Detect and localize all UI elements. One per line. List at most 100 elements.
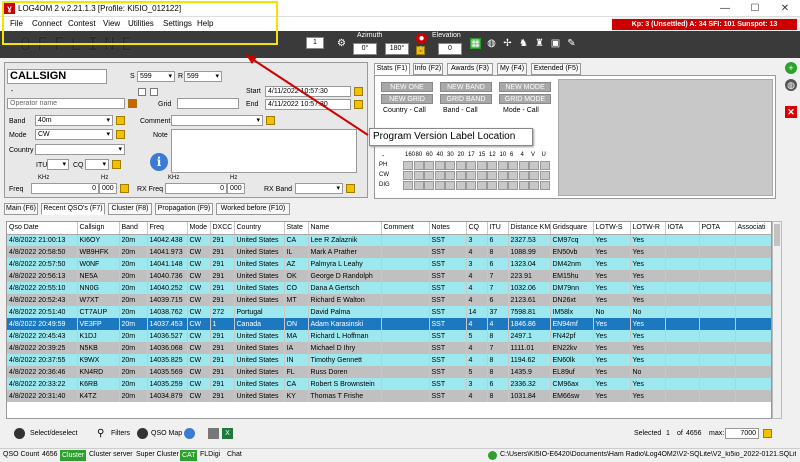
max-input[interactable]: 7000: [725, 428, 759, 439]
table-row[interactable]: 4/8/2022 20:45:43 K1DJ 20m 14036.527 CW 291 Un…: [7, 330, 771, 342]
band-lock-icon[interactable]: [116, 116, 125, 125]
fldigi-status[interactable]: FLDigi: [200, 451, 220, 458]
rx-band-select[interactable]: [295, 183, 343, 194]
note-textarea[interactable]: [171, 129, 357, 173]
table-row[interactable]: 4/8/2022 20:31:40 K4TZ 20m 14034.879 CW 291 Un…: [7, 390, 771, 402]
column-header[interactable]: DXCC: [210, 222, 235, 235]
column-header[interactable]: Country: [234, 222, 285, 235]
rst-sent-select[interactable]: 599: [137, 71, 175, 82]
column-header[interactable]: ITU: [487, 222, 509, 235]
check-box-1[interactable]: [138, 88, 146, 96]
azimuth-value-1[interactable]: 0°: [353, 43, 377, 55]
column-header[interactable]: Band: [119, 222, 148, 235]
elevation-value[interactable]: 0: [438, 43, 462, 55]
column-header[interactable]: Freq: [147, 222, 188, 235]
close-button[interactable]: ✕: [770, 0, 800, 17]
column-header[interactable]: Callsign: [77, 222, 120, 235]
tab-extended[interactable]: Extended (F5): [531, 63, 581, 75]
table-row[interactable]: 4/8/2022 20:55:10 NN0G 20m 14040.252 CW 291 Un…: [7, 282, 771, 294]
add-icon[interactable]: +: [785, 62, 797, 74]
chat-status[interactable]: Chat: [227, 451, 242, 458]
tab-cluster[interactable]: Cluster (F8): [108, 203, 152, 215]
freq-hz-input[interactable]: 000: [99, 183, 117, 194]
country-select[interactable]: [35, 144, 125, 155]
rst-received-select[interactable]: 599: [184, 71, 222, 82]
operator-lock-icon[interactable]: [128, 99, 137, 108]
mode-select[interactable]: CW: [35, 129, 113, 140]
tab-info[interactable]: Info (F2): [413, 63, 443, 75]
max-lock-icon[interactable]: [763, 429, 772, 438]
globe-icon[interactable]: ◍: [486, 38, 497, 49]
grid-mode-button[interactable]: GRID MODE: [499, 94, 551, 104]
tab-awards[interactable]: Awards (F3): [447, 63, 493, 75]
callsign-input[interactable]: CALLSIGN: [7, 69, 107, 84]
cq-select[interactable]: [85, 159, 109, 170]
tab-stats[interactable]: Stats (F1): [374, 63, 410, 75]
lock-icon[interactable]: 🔒: [416, 46, 425, 55]
column-header[interactable]: Distance KM: [508, 222, 551, 235]
tab-propagation[interactable]: Propagation (F9): [155, 203, 213, 215]
table-row[interactable]: 4/8/2022 20:36:46 KN4RD 20m 14035.569 CW 291 U…: [7, 366, 771, 378]
scroll-thumb[interactable]: [774, 224, 780, 246]
stop-icon[interactable]: ●: [416, 33, 427, 44]
start-datetime[interactable]: 4/11/2022 10:57:30: [265, 86, 351, 97]
column-header[interactable]: Qso Date: [7, 222, 78, 235]
table-row[interactable]: 4/8/2022 20:39:25 N5KB 20m 14036.068 CW 291 Un…: [7, 342, 771, 354]
minimize-button[interactable]: —: [710, 0, 740, 17]
cat-status[interactable]: CAT: [180, 450, 198, 461]
table-row[interactable]: 4/8/2022 20:49:59 VE3FP 20m 14037.453 CW 1 Can…: [7, 318, 771, 330]
radio-icon[interactable]: ♞: [518, 38, 529, 49]
tab-recent-qsos[interactable]: Recent QSO's (F7): [41, 203, 105, 215]
new-mode-button[interactable]: NEW MODE: [499, 82, 551, 92]
qso-map-label[interactable]: QSO Map: [151, 430, 182, 437]
rotator-spin[interactable]: 1: [306, 37, 324, 49]
column-header[interactable]: State: [284, 222, 309, 235]
end-lock-icon[interactable]: [354, 100, 363, 109]
column-header[interactable]: LOTW-S: [593, 222, 631, 235]
table-row[interactable]: 4/8/2022 20:57:50 W0NF 20m 14041.148 CW 291 Un…: [7, 258, 771, 270]
super-cluster-status[interactable]: Super Cluster: [136, 451, 179, 458]
chess-icon[interactable]: ♜: [534, 38, 545, 49]
camera-icon[interactable]: ▣: [550, 38, 561, 49]
zone-lock-icon[interactable]: [112, 160, 121, 169]
end-datetime[interactable]: 4/11/2022 10:57:30: [265, 99, 351, 110]
start-lock-icon[interactable]: [354, 87, 363, 96]
table-row[interactable]: 4/8/2022 20:33:22 K6RB 20m 14035.259 CW 291 Un…: [7, 378, 771, 390]
column-header[interactable]: Comment: [381, 222, 430, 235]
band-select[interactable]: 40m: [35, 115, 113, 126]
delete-icon[interactable]: ✕: [785, 106, 797, 118]
column-header[interactable]: Gridsquare: [550, 222, 594, 235]
comment-select[interactable]: [171, 115, 263, 126]
tab-worked-before[interactable]: Worked before (F10): [216, 203, 290, 215]
column-header[interactable]: Name: [308, 222, 382, 235]
rx-freq-input[interactable]: 0: [165, 183, 227, 194]
maximize-button[interactable]: ☐: [740, 0, 770, 17]
rx-freq-hz-input[interactable]: 000: [227, 183, 245, 194]
table-row[interactable]: 4/8/2022 20:58:50 WB9HFK 20m 14041.973 CW 291…: [7, 246, 771, 258]
operator-name-input[interactable]: Operator name: [7, 98, 125, 109]
tab-main[interactable]: Main (F6): [4, 203, 38, 215]
cluster-server-status[interactable]: Cluster server: [89, 451, 133, 458]
itu-select[interactable]: [47, 159, 69, 170]
rx-band-lock-icon[interactable]: [346, 184, 355, 193]
google-earth-icon[interactable]: [184, 428, 195, 439]
comment-lock-icon[interactable]: [266, 116, 275, 125]
grid-input[interactable]: [177, 98, 239, 109]
azimuth-value-2[interactable]: 180°: [385, 43, 409, 55]
export-icon[interactable]: [208, 428, 219, 439]
select-deselect-label[interactable]: Select/deselect: [30, 430, 77, 437]
column-header[interactable]: POTA: [699, 222, 736, 235]
new-grid-button[interactable]: NEW GRID: [381, 94, 433, 104]
new-one-button[interactable]: NEW ONE: [381, 82, 433, 92]
table-row[interactable]: 4/8/2022 20:56:13 NE5A 20m 14040.736 CW 291 Un…: [7, 270, 771, 282]
filters-label[interactable]: Filters: [111, 430, 130, 437]
column-header[interactable]: CQ: [466, 222, 488, 235]
column-header[interactable]: LOTW-R: [630, 222, 666, 235]
excel-icon[interactable]: X: [222, 428, 233, 439]
tab-my[interactable]: My (F4): [497, 63, 527, 75]
info-icon[interactable]: i: [150, 153, 168, 171]
table-row[interactable]: 4/8/2022 20:52:43 W7XT 20m 14039.715 CW 291 Un…: [7, 294, 771, 306]
column-header[interactable]: IOTA: [665, 222, 700, 235]
vertical-scrollbar[interactable]: [772, 221, 782, 419]
new-band-button[interactable]: NEW BAND: [440, 82, 492, 92]
